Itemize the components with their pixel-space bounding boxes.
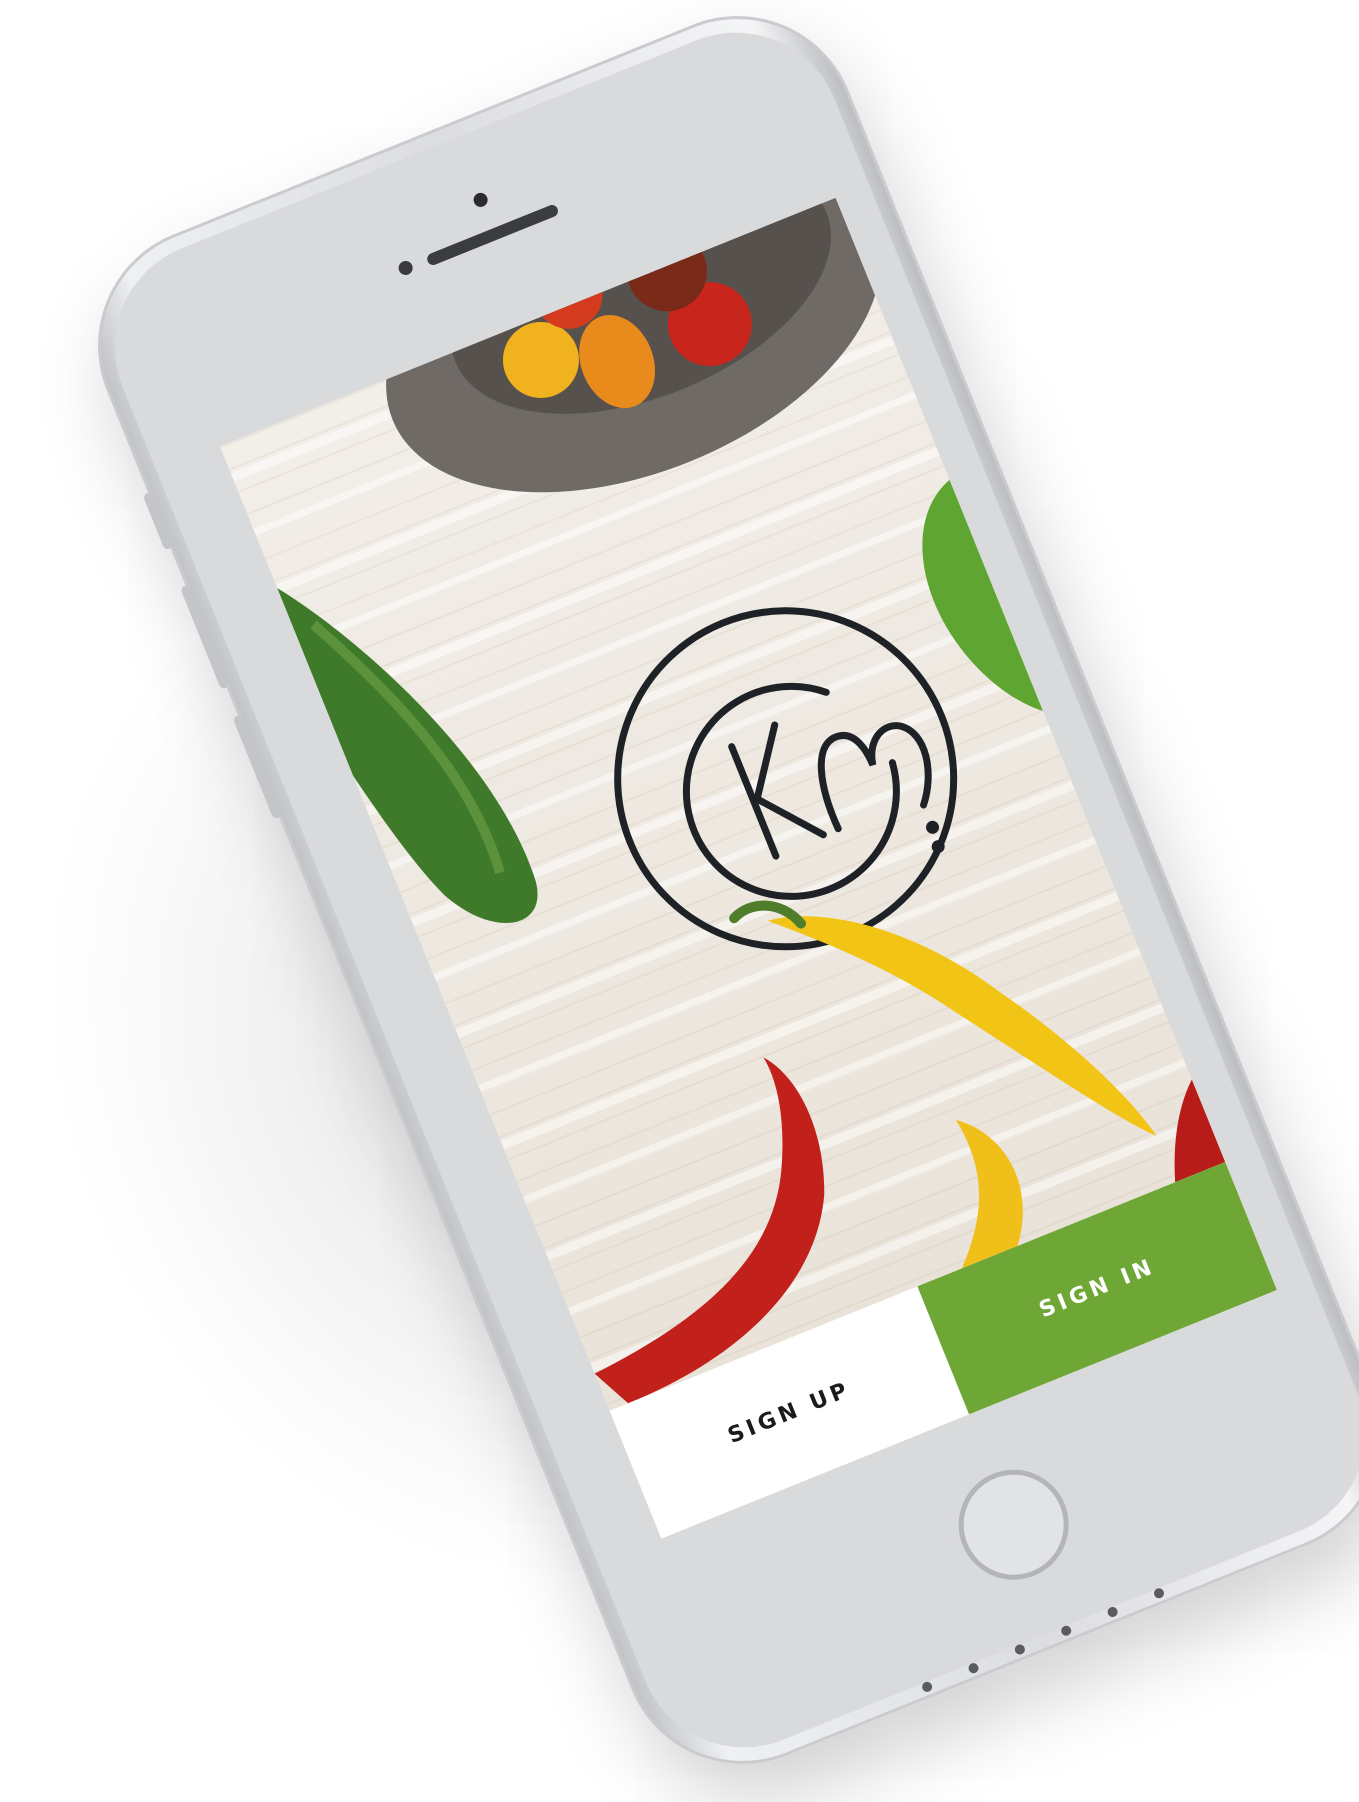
yellow-chili — [767, 916, 1157, 1136]
tomato-bowl — [386, 197, 882, 493]
speaker-hole — [1013, 1642, 1027, 1656]
front-camera — [471, 190, 490, 210]
speaker-hole — [1106, 1605, 1120, 1619]
earpiece-speaker — [425, 203, 560, 267]
speaker-hole — [1152, 1586, 1166, 1600]
km-heart-logo-icon — [614, 607, 958, 951]
green-pepper — [922, 466, 1098, 715]
speaker-hole — [967, 1661, 981, 1675]
proximity-sensor — [396, 258, 415, 278]
mockup-stage: SIGN UP SIGN IN — [0, 0, 1359, 1801]
speaker-hole — [1059, 1624, 1073, 1638]
home-button-icon[interactable] — [942, 1453, 1086, 1597]
speaker-hole — [920, 1680, 934, 1694]
red-chili-right — [1174, 1063, 1226, 1183]
